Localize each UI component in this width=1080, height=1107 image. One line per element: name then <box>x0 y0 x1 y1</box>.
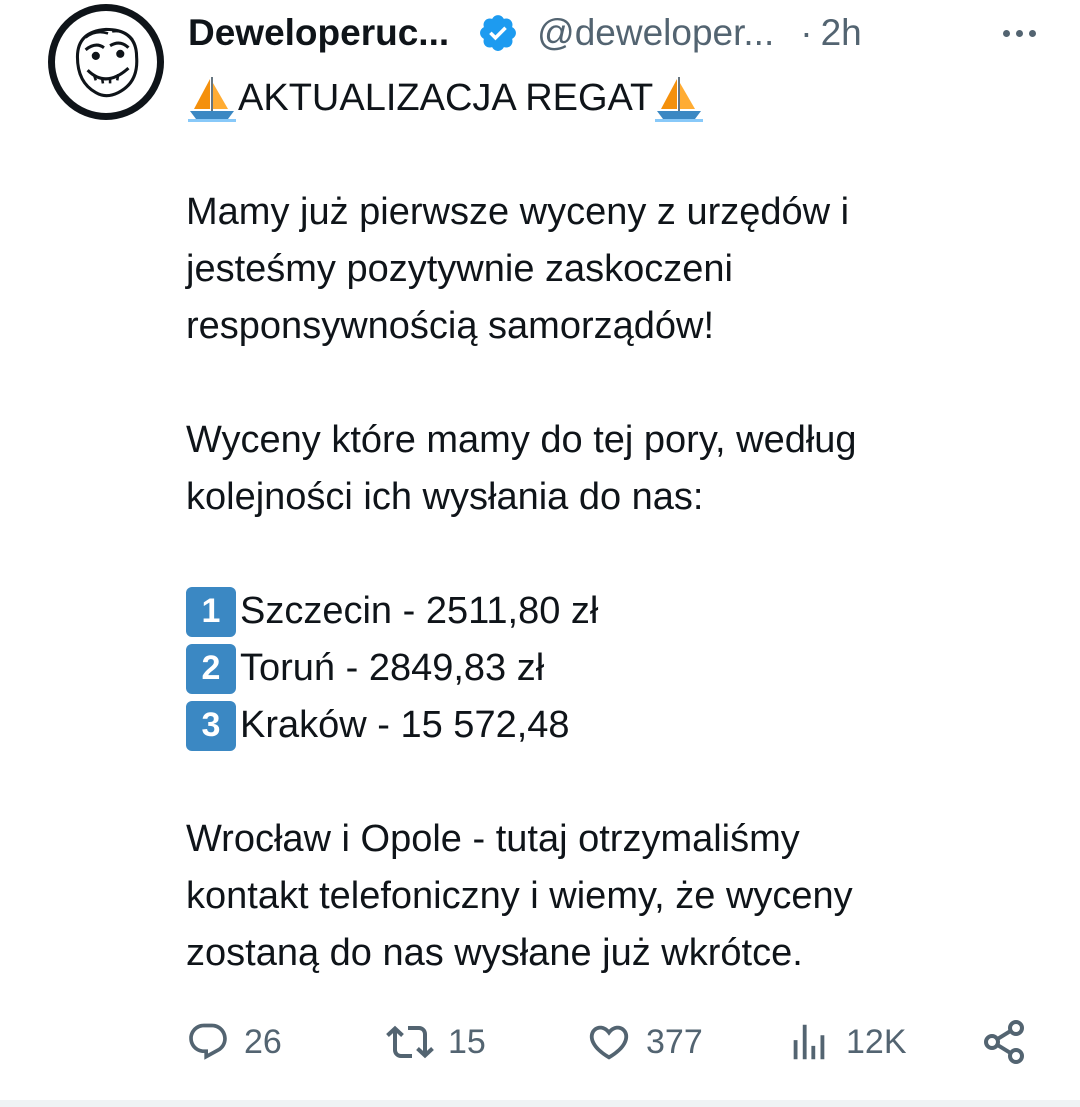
paragraph-line: jesteśmy pozytywnie zaskoczeni <box>186 248 733 290</box>
paragraph-line: Wyceny które mamy do tej pory, według <box>186 419 857 461</box>
views-button[interactable]: 12K <box>786 1012 907 1072</box>
tweet-text: AKTUALIZACJA REGAT Mamy już pierwsze wyc… <box>186 70 1046 982</box>
paragraph-line: zostaną do nas wysłane już wkrótce. <box>186 932 803 974</box>
tweet-actions: 26 15 377 12K <box>186 1012 1030 1072</box>
tweet-title: AKTUALIZACJA REGAT <box>238 77 654 119</box>
list-item-text: Kraków - 15 572,48 <box>240 704 570 746</box>
avatar[interactable] <box>48 4 164 120</box>
author-display-name[interactable]: Deweloperuc... <box>188 12 449 54</box>
tweet-header: Deweloperuc... @deweloper... · 2h <box>188 6 1040 60</box>
paragraph-line: Wrocław i Opole - tutaj otrzymaliśmy <box>186 818 800 860</box>
keycap-2-icon: 2 <box>186 643 236 694</box>
list-item: 1 Szczecin - 2511,80 zł <box>186 583 1046 640</box>
views-icon <box>793 1024 825 1060</box>
separator-dot: · <box>800 12 813 53</box>
reply-count: 26 <box>244 1022 282 1061</box>
verified-badge-icon <box>477 12 519 54</box>
list-item: 3 Kraków - 15 572,48 <box>186 697 1046 754</box>
author-handle[interactable]: @deweloper... <box>537 12 774 54</box>
views-count: 12K <box>846 1022 907 1061</box>
sailboat-icon <box>186 73 238 125</box>
more-options-button[interactable] <box>999 18 1040 48</box>
paragraph-line: kolejności ich wysłania do nas: <box>186 476 704 518</box>
reply-button[interactable]: 26 <box>186 1012 282 1072</box>
keycap-3-icon: 3 <box>186 700 236 751</box>
tweet-title-line: AKTUALIZACJA REGAT <box>186 70 1046 127</box>
keycap-1-icon: 1 <box>186 586 236 637</box>
retweet-icon <box>386 1025 434 1059</box>
like-count: 377 <box>646 1022 703 1061</box>
list-item-text: Szczecin - 2511,80 zł <box>240 590 599 632</box>
heart-icon <box>589 1025 629 1060</box>
paragraph-line: Mamy już pierwsze wyceny z urzędów i <box>186 191 850 233</box>
paragraph-line: responsywnością samorządów! <box>186 305 715 347</box>
tweet-timestamp[interactable]: 2h <box>821 12 862 54</box>
retweet-button[interactable]: 15 <box>386 1012 486 1072</box>
share-icon <box>984 1020 1024 1064</box>
sailboat-icon <box>653 73 705 125</box>
like-button[interactable]: 377 <box>586 1012 703 1072</box>
paragraph-line: kontakt telefoniczny i wiemy, że wyceny <box>186 875 853 917</box>
share-button[interactable] <box>980 1012 1028 1072</box>
ellipsis-icon <box>1003 29 1010 37</box>
list-item: 2 Toruń - 2849,83 zł <box>186 640 1046 697</box>
bottom-divider <box>0 1100 1080 1107</box>
retweet-count: 15 <box>448 1022 486 1061</box>
reply-icon <box>189 1023 227 1060</box>
list-item-text: Toruń - 2849,83 zł <box>240 647 545 689</box>
troll-face-avatar-icon <box>75 27 139 98</box>
